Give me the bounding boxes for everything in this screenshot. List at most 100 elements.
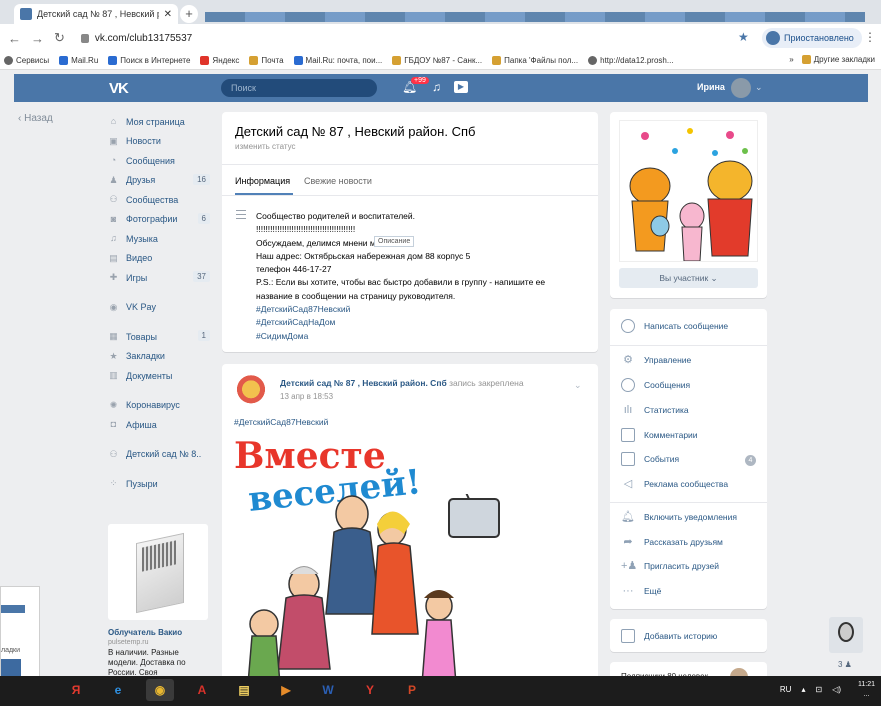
volume-icon[interactable]: ◁) [832, 685, 841, 694]
bookmark-icon [588, 56, 598, 65]
sidebar-item-label: Сообщения [126, 155, 175, 166]
bookmark-item[interactable]: Почта [249, 56, 284, 65]
post-hashtag[interactable]: #ДетскийСад87Невский [234, 417, 328, 427]
bookmark-item[interactable]: Mail.Ru [59, 56, 98, 65]
action-events[interactable]: События [621, 452, 679, 466]
bookmark-item[interactable]: Яндекс [200, 56, 239, 65]
invite-icon: +♟ [621, 560, 638, 572]
post-author-avatar[interactable] [234, 374, 268, 408]
sidebar-item[interactable]: ✚ Игры 37 [108, 268, 212, 288]
network-icon[interactable]: ⊡ [815, 685, 822, 694]
member-button[interactable]: Вы участник ⌄ [619, 268, 758, 288]
bookmark-item[interactable]: Папка 'Файлы пол... [492, 56, 578, 65]
yandex-browser-icon[interactable]: Y [356, 679, 384, 701]
chat-avatar[interactable] [829, 617, 863, 653]
vk-logo[interactable]: VK [109, 80, 129, 97]
description-hashtag[interactable]: #ДетскийСад87Невский [256, 303, 586, 316]
user-avatar[interactable] [731, 78, 751, 98]
bookmark-item[interactable]: http://data12.prosh... [588, 56, 674, 65]
sidebar-item[interactable]: ▦ Товары 1 [108, 327, 212, 347]
tab-latest-news[interactable]: Свежие новости [304, 176, 372, 186]
description-hashtag[interactable]: #СидимДома [256, 330, 586, 343]
group-avatar-image[interactable] [619, 120, 758, 262]
action-ads[interactable]: ◁ Реклама сообщества [621, 477, 728, 491]
add-story-button[interactable]: Добавить историю [621, 629, 717, 643]
bookmark-item[interactable]: Поиск в Интернете [108, 56, 190, 65]
profile-button[interactable]: Приостановлено [762, 28, 862, 48]
more-bookmarks-button[interactable]: » [789, 55, 793, 64]
new-tab-button[interactable]: + [180, 5, 198, 23]
sidebar-item[interactable]: ⌂ Моя страница [108, 112, 212, 132]
action-share[interactable]: ➦ Рассказать друзьям [621, 535, 723, 549]
tray-arrow-icon[interactable]: ▴ [801, 685, 805, 694]
music-icon[interactable]: ♫ [432, 80, 441, 94]
user-name[interactable]: Ирина [697, 82, 725, 92]
notes-icon[interactable]: ▤ [230, 679, 258, 701]
sidebar-item[interactable]: ✺ Коронавирус [108, 396, 212, 416]
action-bell[interactable]: 🔔︎ Включить уведомления [621, 510, 737, 524]
tab-information[interactable]: Информация [235, 176, 290, 186]
other-bookmarks-folder[interactable]: Другие закладки [801, 55, 875, 64]
ie-icon[interactable]: e [104, 679, 132, 701]
description-hashtag[interactable]: #ДетскийСадНаДом [256, 316, 586, 329]
sidebar-item[interactable]: ⁘ Пузыри [108, 474, 212, 494]
play-icon[interactable]: ▶ [454, 81, 468, 93]
action-invite[interactable]: +♟ Пригласить друзей [621, 559, 719, 573]
sidebar-item[interactable]: ♟ Друзья 16 [108, 171, 212, 191]
post-menu-chevron-icon[interactable]: ⌄ [574, 380, 582, 391]
change-status-link[interactable]: изменить статус [235, 142, 296, 151]
sidebar-item[interactable]: ▣ Новости [108, 132, 212, 152]
chevron-down-icon[interactable]: ⌄ [755, 82, 763, 93]
bookmark-icon [293, 56, 303, 65]
action-more[interactable]: ··· Ещё [621, 584, 662, 598]
bookmark-item[interactable]: Mail.Ru: почта, пои... [293, 56, 382, 65]
action-comments[interactable]: Комментарии [621, 428, 698, 442]
browser-tab[interactable]: Детский сад № 87 , Невский р ✕ [14, 4, 178, 24]
forward-arrow-icon[interactable]: → [31, 31, 44, 46]
action-stats[interactable]: ılı Статистика [621, 403, 689, 417]
ad-title[interactable]: Облучатель Вакио [108, 628, 208, 637]
bookmark-star-icon[interactable]: ★ [738, 30, 749, 44]
media-icon[interactable]: ▶ [272, 679, 300, 701]
language-indicator[interactable]: RU [780, 685, 792, 694]
close-tab-icon[interactable]: ✕ [164, 9, 172, 20]
post-date[interactable]: 13 апр в 18:53 [280, 392, 333, 401]
sidebar-item[interactable]: ◘ Афиша [108, 415, 212, 435]
sidebar-item[interactable]: ⚇ Сообщества [108, 190, 212, 210]
sidebar-item[interactable]: ▤ Видео [108, 249, 212, 269]
action-chat[interactable]: Сообщения [621, 378, 690, 392]
action-message[interactable]: Написать сообщение [621, 319, 728, 333]
ad-image[interactable] [108, 524, 208, 620]
search-input[interactable]: Поиск [221, 79, 377, 97]
post-author[interactable]: Детский сад № 87 , Невский район. Спб за… [280, 378, 524, 388]
action-settings[interactable]: ⚙ Управление [621, 353, 691, 367]
acrobat-icon[interactable]: A [188, 679, 216, 701]
sidebar-item[interactable]: ⚇ Детский сад № 8.. [108, 445, 212, 465]
post-pinned-note: запись закреплена [449, 378, 524, 388]
chrome-icon[interactable]: ◉ [146, 679, 174, 701]
address-bar[interactable]: vk.com/club13175537 [80, 33, 192, 44]
browser-menu-icon[interactable]: ⋮ [864, 30, 876, 44]
sidebar-item[interactable]: ▥ Документы [108, 366, 212, 386]
group-tabs: Информация Свежие новости [222, 164, 598, 196]
bookmark-item[interactable]: Сервисы [4, 56, 49, 65]
profile-avatar-icon [766, 31, 780, 45]
word-icon[interactable]: W [314, 679, 342, 701]
family-karaoke-illustration[interactable] [234, 494, 524, 684]
yandex-icon[interactable]: Я [62, 679, 90, 701]
sidebar-item[interactable]: ♫ Музыка [108, 229, 212, 249]
sidebar-item[interactable]: ★ Закладки [108, 347, 212, 367]
reload-icon[interactable]: ↻ [54, 30, 65, 46]
powerpoint-icon[interactable]: P [398, 679, 426, 701]
sidebar-item[interactable]: ◔ Сообщения [108, 151, 212, 171]
sidebar-item[interactable]: ◙ Фотографии 6 [108, 210, 212, 230]
sidebar-item-label: Закладки [126, 351, 165, 362]
other-bookmarks-label: Другие закладки [813, 55, 875, 64]
back-arrow-icon[interactable]: ← [8, 31, 21, 46]
clock[interactable]: 11:21 ... [858, 680, 875, 700]
bookmark-item[interactable]: ГБДОУ №87 - Санк... [392, 56, 482, 65]
sidebar-item[interactable]: ◉ VK Pay [108, 298, 212, 318]
post-author-name[interactable]: Детский сад № 87 , Невский район. Спб [280, 378, 447, 388]
back-link[interactable]: ‹ Назад [18, 113, 53, 124]
ad-block[interactable]: Облучатель Вакио pulsetemp.ru В наличии.… [108, 524, 208, 678]
